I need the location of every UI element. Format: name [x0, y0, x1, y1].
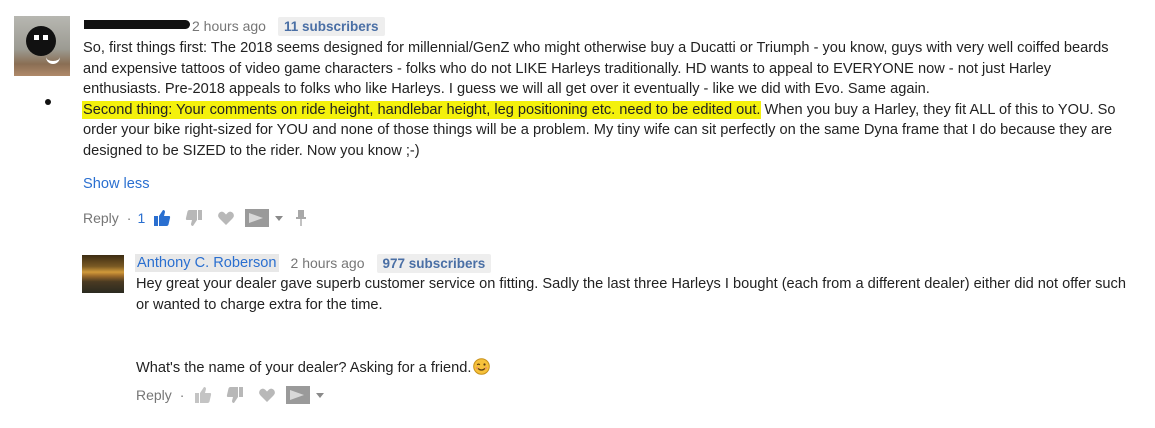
- subscriber-badge: 11 subscribers: [277, 16, 385, 36]
- highlighted-text: Second thing: Your comments on ride heig…: [83, 101, 761, 118]
- comment-paragraph-2: Second thing: Your comments on ride heig…: [83, 100, 1123, 162]
- comment-body: So, first things first: The 2018 seems d…: [83, 38, 1123, 162]
- flag-icon[interactable]: [245, 209, 270, 227]
- comment-actions: Reply · 1: [83, 208, 307, 228]
- redacted-author-name: [84, 19, 190, 29]
- comment-paragraph-1: So, first things first: The 2018 seems d…: [83, 40, 1109, 98]
- reply-paragraph-2-text: What's the name of your dealer? Asking f…: [136, 360, 472, 376]
- reply-paragraph-2: What's the name of your dealer? Asking f…: [136, 358, 1126, 382]
- caret-down-icon[interactable]: [314, 389, 326, 401]
- reply-subscriber-badge: 977 subscribers: [376, 253, 492, 273]
- caret-down-icon[interactable]: [273, 212, 285, 224]
- reply-body: Hey great your dealer gave superb custom…: [136, 274, 1126, 382]
- reply-reply-button[interactable]: Reply: [136, 387, 172, 403]
- thumbs-up-icon[interactable]: [194, 386, 212, 404]
- comment-header: 2 hours ago 11 subscribers: [84, 16, 385, 36]
- comment-time[interactable]: 2 hours ago: [192, 18, 266, 34]
- avatar[interactable]: [14, 16, 70, 76]
- reply-paragraph-1: Hey great your dealer gave superb custom…: [136, 276, 1126, 313]
- separator: ·: [179, 387, 185, 403]
- reply-time[interactable]: 2 hours ago: [291, 255, 365, 271]
- show-less-link[interactable]: Show less: [83, 176, 150, 192]
- separator: ·: [126, 210, 132, 226]
- thumbs-down-icon[interactable]: [185, 209, 203, 227]
- reply-button[interactable]: Reply: [83, 210, 119, 226]
- thumbs-down-icon[interactable]: [226, 386, 244, 404]
- reply-header: Anthony C. Roberson 2 hours ago 977 subs…: [135, 253, 492, 273]
- smiley-face-icon: [26, 26, 60, 64]
- winking-emoji-icon: [473, 358, 491, 382]
- like-count: 1: [137, 210, 146, 226]
- reply-author-name[interactable]: Anthony C. Roberson: [135, 254, 279, 272]
- list-bullet: [45, 99, 51, 105]
- heart-icon[interactable]: [217, 209, 235, 227]
- reply-actions: Reply ·: [136, 385, 336, 405]
- heart-icon[interactable]: [258, 386, 276, 404]
- pin-icon[interactable]: [295, 209, 307, 227]
- reply-avatar[interactable]: [82, 255, 124, 293]
- thumbs-up-icon[interactable]: [153, 209, 171, 227]
- flag-icon[interactable]: [286, 386, 311, 404]
